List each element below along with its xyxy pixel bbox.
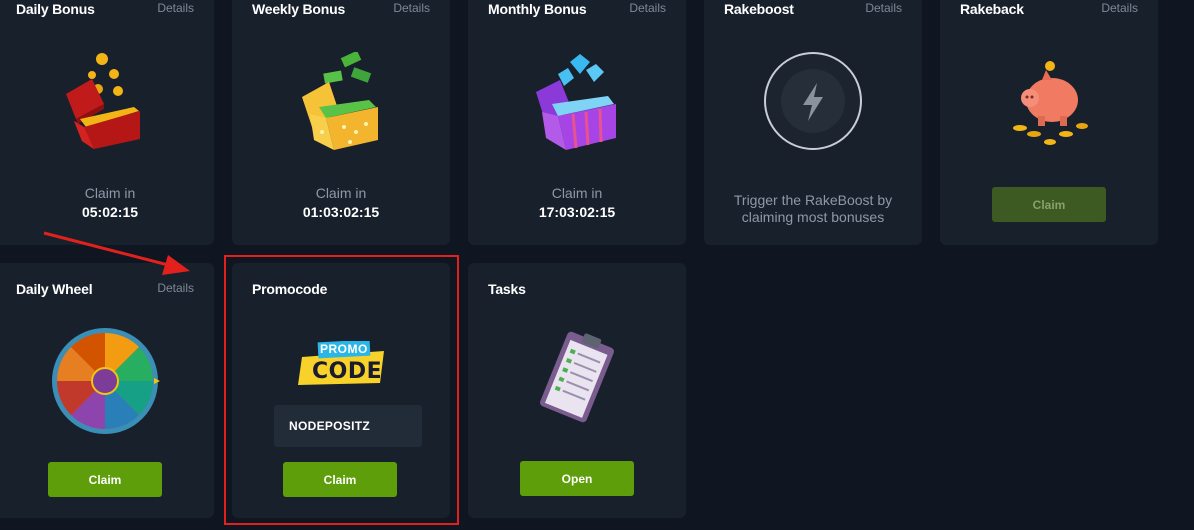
weekly-bonus-card: Weekly Bonus Details Claim in 01:03:02:1… (232, 0, 450, 245)
card-title: Daily Bonus (16, 1, 95, 17)
rakeboost-text-line1: Trigger the RakeBoost by (733, 192, 893, 208)
card-title: Daily Wheel (16, 281, 93, 297)
rakeback-claim-button[interactable]: Claim (992, 187, 1106, 222)
daily-wheel-card: Daily Wheel Details Claim (0, 263, 214, 518)
daily-bonus-card: Daily Bonus Details Claim in 05:02:15 (0, 0, 214, 245)
tasks-open-button[interactable]: Open (520, 461, 634, 496)
prize-wheel-icon (52, 328, 160, 434)
countdown-timer: 01:03:02:15 (302, 204, 380, 220)
card-title: Rakeback (960, 1, 1024, 17)
card-title: Tasks (488, 281, 526, 297)
rakeback-card: Rakeback Details Claim (940, 0, 1158, 245)
claim-in-label: Claim in (551, 185, 603, 201)
details-link[interactable]: Details (393, 1, 430, 15)
card-title: Weekly Bonus (252, 1, 346, 17)
details-link[interactable]: Details (629, 1, 666, 15)
rakeboost-card: Rakeboost Details Trigger the RakeBoost … (704, 0, 922, 245)
monthly-bonus-card: Monthly Bonus Details Claim in 17:03:02:… (468, 0, 686, 245)
details-link[interactable]: Details (865, 1, 902, 15)
card-title: Monthly Bonus (488, 1, 587, 17)
rakeboost-description: Trigger the RakeBoost by claiming most b… (704, 192, 922, 226)
claim-in-label: Claim in (84, 185, 136, 201)
yellow-gift-box-icon (302, 52, 378, 150)
purple-gift-box-icon (536, 54, 616, 150)
card-title: Rakeboost (724, 1, 794, 17)
red-arrow-icon (43, 231, 190, 275)
clipboard-checklist-icon (540, 331, 614, 423)
details-link[interactable]: Details (157, 1, 194, 15)
countdown-timer: 05:02:15 (81, 204, 139, 220)
lightning-bolt-icon (764, 52, 862, 150)
tasks-card: Tasks Open (468, 263, 686, 518)
claim-in-label: Claim in (315, 185, 367, 201)
piggy-bank-icon (1013, 61, 1088, 145)
details-link[interactable]: Details (1101, 1, 1138, 15)
daily-wheel-claim-button[interactable]: Claim (48, 462, 162, 497)
countdown-timer: 17:03:02:15 (538, 204, 616, 220)
rakeboost-text-line2: claiming most bonuses (741, 209, 885, 225)
details-link[interactable]: Details (157, 281, 194, 295)
promocode-highlight-box (224, 255, 459, 525)
red-gift-box-icon (66, 53, 140, 149)
